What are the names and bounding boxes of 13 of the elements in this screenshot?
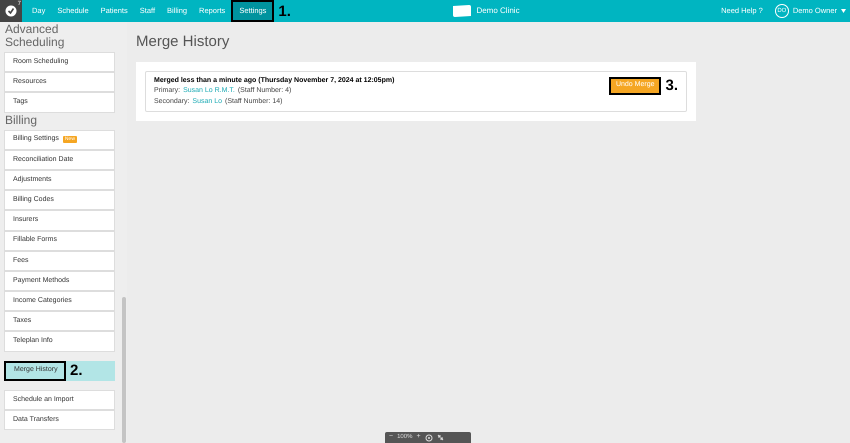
page-title: Merge History (136, 32, 230, 52)
section-heading: Advanced Scheduling (4, 23, 66, 49)
checkmark-icon (5, 5, 17, 17)
scrollbar[interactable] (122, 297, 126, 443)
section-heading: Billing (4, 114, 38, 127)
target-icon[interactable] (424, 434, 433, 442)
step-number: 2. (70, 363, 83, 378)
clinic-logo-icon (452, 4, 472, 18)
collapse-icon[interactable] (436, 434, 444, 441)
caret-icon (841, 9, 846, 13)
clinic-name: Demo Clinic (476, 5, 520, 17)
step-number: 1. (278, 4, 291, 18)
step-number: 3. (665, 78, 678, 93)
